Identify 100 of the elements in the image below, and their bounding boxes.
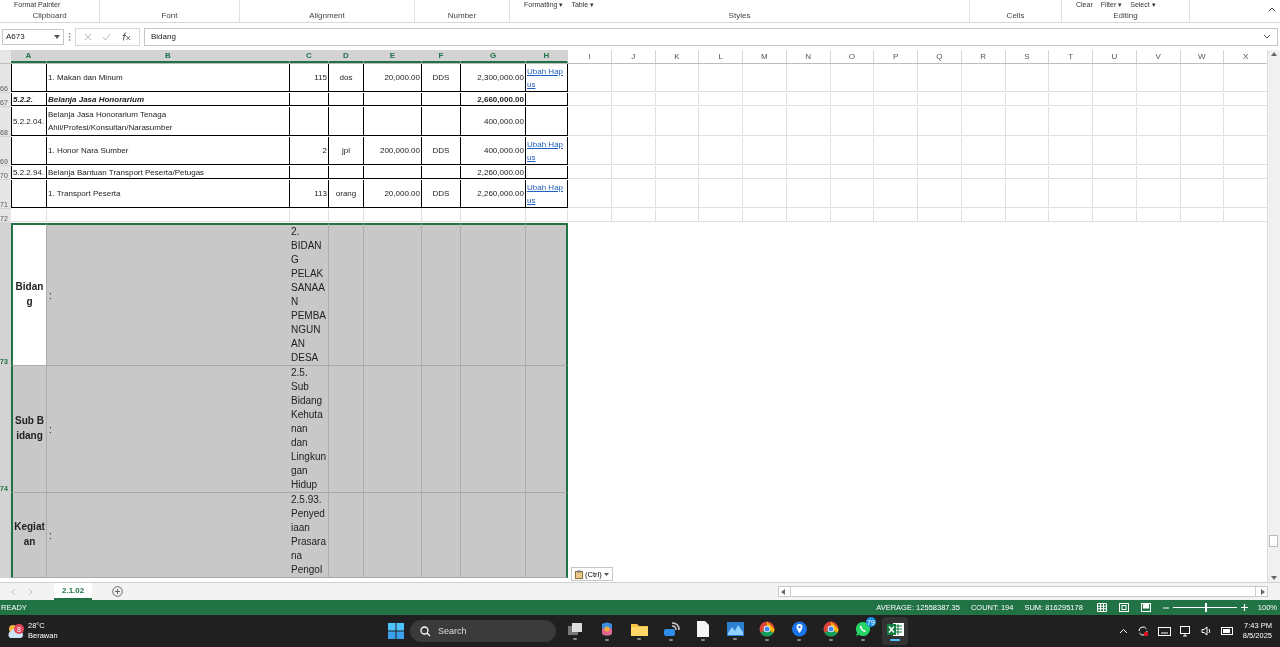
sheet-tab[interactable]: 2.1.02 [54,583,93,600]
column-header[interactable]: K [655,50,700,63]
table-cell [611,93,656,106]
chart-window-icon[interactable] [726,622,744,636]
column-header[interactable]: A [11,50,47,63]
keyboard-icon[interactable] [1157,626,1171,636]
table-cell: 1. Honor Nara Sumber [47,137,290,165]
scrollbar-thumb[interactable] [1269,535,1278,547]
table-cell [1136,166,1181,179]
column-header[interactable]: W [1180,50,1225,63]
table-cell [1136,137,1181,165]
folder-icon[interactable] [630,622,648,636]
table-cell [786,64,831,92]
column-header[interactable]: B [47,50,290,63]
collapse-ribbon-icon[interactable] [1268,6,1276,12]
table-cell [1005,107,1050,136]
ai-assistant-icon[interactable] [599,621,615,637]
page-layout-icon[interactable] [1118,603,1129,612]
network-icon[interactable] [662,621,680,637]
table-cell [364,93,422,106]
column-header[interactable]: I [568,50,612,63]
column-header[interactable]: J [611,50,656,63]
table-cell [1136,93,1181,106]
add-sheet-icon[interactable] [112,586,124,597]
document-icon[interactable] [697,621,709,637]
column-header[interactable]: M [743,50,787,63]
column-header[interactable]: S [1005,50,1050,63]
column-header[interactable]: Q [918,50,962,63]
table-cell [1180,107,1225,136]
chevron-up-icon[interactable] [1118,628,1128,634]
table-cell [655,137,700,165]
column-header[interactable]: T [1049,50,1093,63]
display-icon[interactable] [1179,625,1192,637]
table-cell [1049,64,1093,92]
sync-icon[interactable] [1136,625,1149,637]
table-cell [918,180,962,208]
table-cell [1093,180,1137,208]
column-header[interactable]: N [786,50,831,63]
column-header[interactable]: O [830,50,875,63]
task-view-icon[interactable] [567,622,583,636]
table-cell [1049,93,1093,106]
scroll-up-icon[interactable] [1270,50,1278,58]
table-cell [699,166,743,179]
table-cell [1049,180,1093,208]
formula-input[interactable]: Bidang [144,27,1278,46]
edit-delete-link[interactable]: Ubah Hapus [527,137,566,164]
table-cell [568,166,612,179]
browser-icon[interactable] [759,621,775,637]
table-cell [11,180,47,208]
location-pin-icon[interactable] [791,621,807,637]
table-cell [364,107,422,136]
expand-icon[interactable] [1263,34,1271,39]
table-cell: orang [329,180,364,208]
column-header[interactable]: C [290,50,329,63]
scroll-left-icon[interactable] [779,587,787,596]
normal-view-icon[interactable] [1096,603,1107,612]
table-cell [786,166,831,179]
battery-icon[interactable] [1220,627,1234,635]
column-header[interactable]: L [699,50,743,63]
column-header[interactable]: E [364,50,422,63]
column-header[interactable]: U [1093,50,1137,63]
table-cell: DDS [422,137,461,165]
column-header[interactable]: H [526,50,568,63]
edit-delete-link[interactable]: Ubah Hapus [527,64,566,91]
scrollbar-thumb[interactable] [790,587,1256,596]
column-header[interactable]: V [1136,50,1181,63]
table-cell [422,209,461,222]
table-cell [1136,180,1181,208]
table-cell [1180,180,1225,208]
table-cell [699,93,743,106]
table-cell: 113 [290,180,329,208]
caret-icon[interactable] [54,34,60,39]
name-box[interactable]: A673 [2,28,64,45]
spreadsheet-icon[interactable] [886,621,904,637]
volume-icon[interactable] [1200,626,1212,636]
column-header[interactable]: D [329,50,364,63]
column-header[interactable]: R [961,50,1006,63]
column-header[interactable]: G [461,50,526,63]
table-cell [1093,107,1137,136]
insert-function-icon[interactable] [121,32,131,41]
column-header[interactable]: F [422,50,461,63]
zoom-out-icon[interactable] [1162,604,1169,611]
table-cell [1093,166,1137,179]
table-cell: 115 [290,64,329,92]
start-icon[interactable] [388,623,404,639]
table-cell [290,209,329,222]
ribbon-group-label: Alignment [309,11,345,20]
scroll-right-icon[interactable] [1259,587,1267,596]
page-break-icon[interactable] [1140,603,1151,612]
table-cell: 2,260,000.00 [461,180,526,208]
zoom-in-icon[interactable] [1240,604,1248,611]
table-cell [830,64,875,92]
search-field[interactable]: Search [410,620,556,642]
edit-delete-link[interactable]: Ubah Hapus [527,180,566,207]
table-cell: 5.2.2. [11,93,47,106]
column-header[interactable]: P [874,50,918,63]
table-cell [918,64,962,92]
table-cell [699,137,743,165]
browser-icon[interactable] [823,621,839,637]
table-cell [11,137,47,165]
